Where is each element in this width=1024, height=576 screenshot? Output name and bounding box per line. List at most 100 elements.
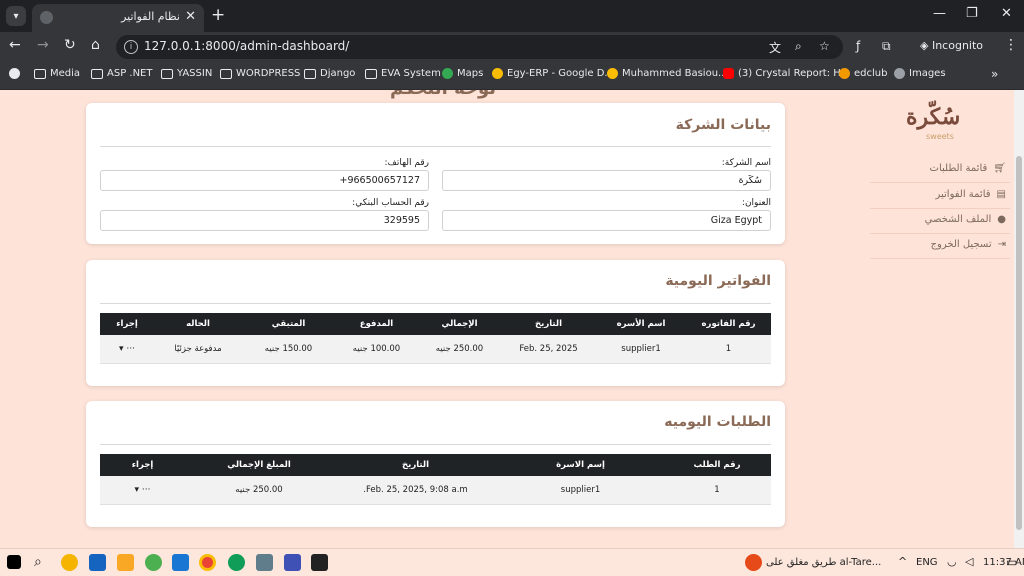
sidebar-item-label: تسجيل الخروج	[930, 239, 992, 250]
user-icon: ●	[997, 214, 1006, 225]
window-close-icon[interactable]: ✕	[1001, 6, 1012, 21]
menu-icon[interactable]: ⋮	[1004, 37, 1018, 53]
status-cell: مدفوعة جزئيًا	[154, 335, 242, 364]
bank-account-field[interactable]	[100, 210, 429, 231]
logo-text: سُكّرة	[906, 104, 961, 130]
company-name-field[interactable]	[442, 170, 771, 191]
page-scrollbar[interactable]	[1014, 90, 1024, 548]
extensions-icon[interactable]: ⧉	[882, 39, 891, 54]
table-row: 1 supplier1 Feb. 25, 2025 250.00 جنيه 10…	[100, 335, 771, 364]
family-name-cell: supplier1	[596, 335, 686, 364]
brand-logo[interactable]: سُكّرة sweets	[906, 104, 976, 144]
page-viewport: لوحة التحكم بيانات الشركة اسم الشركة: رق…	[0, 90, 1024, 548]
scrollbar-thumb[interactable]	[1016, 156, 1022, 530]
bookmark-apps-icon[interactable]	[9, 68, 20, 79]
traffic-alert-icon[interactable]	[745, 554, 762, 571]
folder-icon	[304, 68, 316, 79]
restore-icon[interactable]: ❐	[966, 6, 978, 21]
home-icon[interactable]: ⌂	[91, 37, 100, 53]
outlook-icon[interactable]	[89, 554, 106, 571]
notification-text[interactable]: طريق مغلق على al-Tare...	[766, 557, 881, 568]
bookmark-label: Media	[50, 68, 81, 79]
bookmark-wordpress[interactable]: WORDPRESS	[220, 68, 300, 79]
orders-table: رقم الطلب إسم الاسرة التاريخ المبلغ الإج…	[100, 454, 771, 505]
bank-account-label: رقم الحساب البنكي:	[352, 198, 429, 208]
sidebar-item-invoices[interactable]: ▤ قائمة الفواتير	[935, 189, 1006, 200]
minimize-icon[interactable]: —	[933, 6, 946, 21]
forward-icon[interactable]: →	[37, 37, 49, 53]
app-icon[interactable]	[284, 554, 301, 571]
windows-taskbar: ⌕ طريق مغلق على al-Tare... ^ ENG ◡ ◁ 11:…	[0, 548, 1024, 576]
bookmark-label: (3) Crystal Report: H...	[738, 68, 851, 79]
invoice-number-cell: 1	[686, 335, 771, 364]
invoices-table: رقم الفاتوره اسم الأسره التاريخ الإجمالي…	[100, 313, 771, 364]
bookmark-label: Maps	[457, 68, 484, 79]
sidebar-item-label: قائمة الفواتير	[935, 189, 991, 200]
bookmark-label: edclub	[854, 68, 888, 79]
windows-start-icon[interactable]	[7, 555, 21, 569]
search-icon[interactable]: ⌕	[34, 554, 42, 570]
chrome-icon[interactable]	[199, 554, 216, 571]
zoom-icon[interactable]: ⌕	[795, 39, 802, 54]
invoices-card-title: الفواتير اليومية	[665, 273, 771, 289]
reload-icon[interactable]: ↻	[64, 37, 76, 53]
bookmark-images[interactable]: Images	[894, 68, 946, 79]
column-header: التاريخ	[501, 313, 596, 335]
wifi-icon[interactable]: ◡	[947, 555, 957, 568]
more-bookmarks-icon[interactable]: »	[991, 67, 998, 81]
browser-tab[interactable]: نظام الفواتير ✕	[32, 4, 204, 32]
tab-close-icon[interactable]: ✕	[185, 9, 196, 24]
family-name-cell: supplier1	[498, 476, 663, 505]
translate-icon[interactable]: 文	[769, 39, 781, 56]
bookmark-crystal-report[interactable]: (3) Crystal Report: H...	[723, 68, 850, 79]
bookmark-eva-system[interactable]: EVA System	[365, 68, 441, 79]
incognito-badge[interactable]: ◈ Incognito	[920, 39, 983, 52]
sidebar-divider	[870, 182, 1010, 183]
bookmark-muhammed[interactable]: Muhammed Basiou...	[607, 68, 728, 79]
tab-search-icon[interactable]: ▾	[6, 6, 26, 26]
new-tab-icon[interactable]: +	[211, 5, 225, 25]
incognito-icon: ◈	[920, 39, 932, 52]
bookmark-yassin[interactable]: YASSIN	[161, 68, 212, 79]
bookmark-maps[interactable]: Maps	[442, 68, 483, 79]
edge-icon[interactable]	[228, 554, 245, 571]
bookmark-django[interactable]: Django	[304, 68, 355, 79]
bookmark-aspnet[interactable]: ASP .NET	[91, 68, 152, 79]
bookmark-media[interactable]: Media	[34, 68, 80, 79]
site-info-icon[interactable]: i	[124, 40, 138, 54]
language-indicator[interactable]: ENG	[916, 557, 938, 568]
clock[interactable]: 11:37 AM	[983, 557, 1024, 568]
action-dropdown-button[interactable]: ··· ▾	[100, 335, 154, 364]
terminal-icon[interactable]	[311, 554, 328, 571]
notifications-icon[interactable]: ▭	[1006, 555, 1017, 569]
column-header: الإجمالي	[418, 313, 501, 335]
address-bar[interactable]: i 127.0.0.1:8000/admin-dashboard/ 文 ⌕ ☆	[116, 35, 843, 59]
action-dropdown-button[interactable]: ··· ▾	[100, 476, 185, 505]
app-icon[interactable]	[145, 554, 162, 571]
address-field[interactable]	[442, 210, 771, 231]
sidebar-item-orders[interactable]: 🛒︎ قائمة الطلبات	[930, 163, 1006, 174]
column-header: المدفوع	[335, 313, 418, 335]
file-explorer-icon[interactable]	[117, 554, 134, 571]
logout-icon: ⇥	[997, 239, 1006, 250]
daily-orders-card: الطلبات اليوميه رقم الطلب إسم الاسرة الت…	[86, 401, 785, 527]
bookmark-star-icon[interactable]: ☆	[819, 39, 830, 53]
phone-field[interactable]	[100, 170, 429, 191]
bookmark-egy-erp[interactable]: Egy-ERP - Google D...	[492, 68, 614, 79]
app-icon[interactable]	[256, 554, 273, 571]
volume-icon[interactable]: ◁	[965, 555, 973, 568]
browser-titlebar: ▾ نظام الفواتير ✕ + — ❐ ✕	[0, 0, 1024, 32]
widgets-icon[interactable]	[61, 554, 78, 571]
vscode-icon[interactable]	[172, 554, 189, 571]
paid-cell: 100.00 جنيه	[335, 335, 418, 364]
cart-icon: 🛒︎	[993, 163, 1006, 174]
drive-icon	[492, 68, 503, 79]
back-icon[interactable]: ←	[9, 37, 21, 53]
chevron-up-icon[interactable]: ^	[898, 555, 907, 568]
sidebar-item-profile[interactable]: ● الملف الشخصي	[925, 214, 1006, 225]
font-icon[interactable]: ƒ	[856, 39, 860, 53]
total-amount-cell: 250.00 جنيه	[185, 476, 333, 505]
divider	[100, 303, 771, 304]
sidebar-item-logout[interactable]: ⇥ تسجيل الخروج	[931, 239, 1006, 250]
bookmark-edclub[interactable]: edclub	[839, 68, 887, 79]
